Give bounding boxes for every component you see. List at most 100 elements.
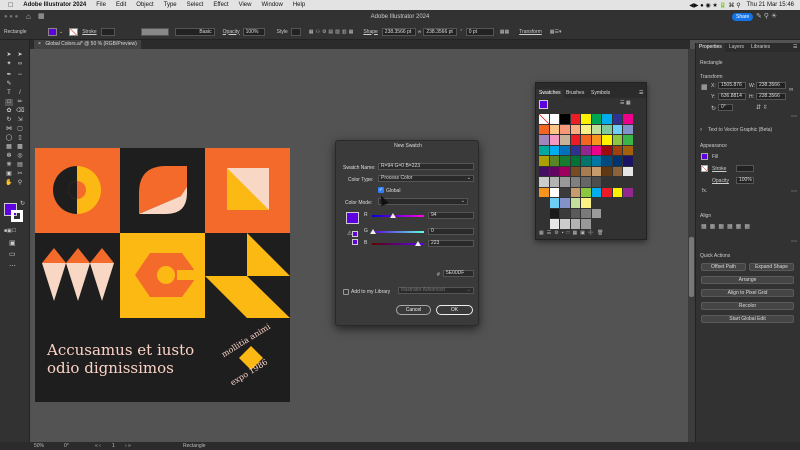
artboard-number[interactable]: 1	[112, 443, 115, 449]
apple-icon[interactable]: 	[8, 2, 13, 9]
blend-icon[interactable]: ◎	[16, 153, 24, 160]
slice-icon[interactable]: ✂	[16, 171, 24, 178]
width-tool-icon[interactable]: ⋈	[5, 126, 13, 133]
color-swatch[interactable]	[570, 135, 580, 145]
color-swatch[interactable]	[591, 135, 601, 145]
gradient-swatch[interactable]	[602, 187, 612, 197]
group-swatch[interactable]	[570, 219, 580, 229]
library-checkbox[interactable]	[343, 289, 349, 295]
color-swatch[interactable]	[602, 114, 612, 124]
tab-swatches[interactable]: Swatches	[536, 89, 564, 98]
gradient-icon[interactable]: ▩	[16, 144, 24, 151]
color-swatch[interactable]	[539, 156, 549, 166]
height-field[interactable]: 238.3566 pt	[423, 27, 458, 36]
link-icon[interactable]: ∞	[418, 29, 422, 35]
rectangle-tool-icon[interactable]: □	[5, 99, 13, 106]
color-swatch[interactable]	[623, 114, 633, 124]
variable-width-field[interactable]	[140, 27, 169, 36]
color-swatch[interactable]	[560, 156, 570, 166]
screen-mode-icon[interactable]: ▭	[9, 250, 16, 258]
color-swatch[interactable]	[581, 177, 591, 187]
gradient-swatch[interactable]	[612, 187, 622, 197]
stroke-weight-field[interactable]	[100, 27, 115, 36]
zoom-level[interactable]: 50%	[34, 443, 44, 449]
width-field[interactable]: 238.3566 pt	[381, 27, 416, 36]
w-input[interactable]: 238.3566	[756, 82, 786, 89]
menu-edit[interactable]: Edit	[116, 2, 126, 8]
color-swatch[interactable]	[570, 114, 580, 124]
graph-icon[interactable]: ▤	[16, 162, 24, 169]
global-checkbox[interactable]: ✓	[378, 187, 384, 193]
color-swatch[interactable]	[549, 135, 559, 145]
angle-input[interactable]: 0°	[718, 104, 733, 111]
transform-label[interactable]: Transform	[519, 29, 542, 35]
tab-symbols[interactable]: Symbols	[591, 89, 610, 98]
gradient-swatch[interactable]	[549, 187, 559, 197]
more-icons[interactable]: ▦☰▾	[550, 29, 562, 35]
type-tool-icon[interactable]: T	[5, 90, 13, 97]
gradient-swatch[interactable]	[570, 187, 580, 197]
color-swatch[interactable]	[602, 177, 612, 187]
tab-libraries[interactable]: Libraries	[751, 43, 770, 52]
color-swatch[interactable]	[549, 124, 559, 134]
mesh-icon[interactable]: ▦	[5, 144, 13, 151]
color-swatch[interactable]	[612, 124, 622, 134]
color-mode-select[interactable]: ⌄	[378, 198, 468, 205]
color-swatch[interactable]	[612, 135, 622, 145]
menu-view[interactable]: View	[239, 2, 252, 8]
g-slider[interactable]	[372, 231, 424, 233]
brush-definition[interactable]: Basic	[174, 27, 215, 36]
menu-type[interactable]: Type	[164, 2, 177, 8]
scrollbar-thumb[interactable]	[689, 237, 694, 297]
opacity-input[interactable]: 100%	[736, 177, 754, 184]
expand-shape-button[interactable]: Expand Shape	[749, 263, 794, 271]
eyedropper-icon[interactable]: ❇	[5, 153, 13, 160]
fill-swatch[interactable]	[48, 27, 57, 36]
color-swatch[interactable]	[570, 156, 580, 166]
lasso-icon[interactable]: ∞	[16, 61, 24, 68]
color-swatch[interactable]	[612, 114, 622, 124]
title-icons[interactable]: ✎ ⚲ ☀	[756, 12, 777, 20]
color-swatch[interactable]	[623, 135, 633, 145]
group-swatch[interactable]	[581, 198, 591, 208]
more-options-icon[interactable]: ⋯	[791, 188, 797, 195]
color-swatch[interactable]	[560, 114, 570, 124]
color-swatch[interactable]	[591, 166, 601, 176]
gradient-swatch[interactable]	[591, 187, 601, 197]
g-value-input[interactable]: 0	[428, 228, 474, 235]
stroke-swatch[interactable]	[701, 165, 708, 172]
color-swatch[interactable]	[602, 135, 612, 145]
control-icons[interactable]: ▦⚇⚙▤▧▥▦	[309, 29, 356, 35]
color-swatch[interactable]	[623, 145, 633, 155]
opacity-label[interactable]: Opacity	[712, 178, 729, 184]
vertical-scrollbar[interactable]	[688, 49, 695, 442]
x-input[interactable]: 1505.876	[718, 82, 746, 89]
menu-window[interactable]: Window	[261, 2, 282, 8]
rotate-icon[interactable]: ↻	[5, 117, 13, 124]
color-type-select[interactable]: Process Color ⌄	[378, 175, 474, 182]
symbol-sprayer-icon[interactable]: ❋	[5, 162, 13, 169]
artboard-nav-icons[interactable]: « ‹	[95, 443, 101, 449]
share-button[interactable]: Share	[732, 13, 754, 21]
group-swatch[interactable]	[581, 219, 591, 229]
gradient-swatch[interactable]	[581, 187, 591, 197]
y-input[interactable]: 636.8814	[718, 93, 746, 100]
opacity-field[interactable]: 100%	[242, 27, 265, 36]
pen-tool-icon[interactable]: ✒	[5, 72, 13, 79]
more-options-icon[interactable]: ⋯	[791, 113, 797, 120]
color-swatch[interactable]	[539, 135, 549, 145]
r-slider-thumb[interactable]	[390, 213, 396, 218]
color-swatch[interactable]	[549, 156, 559, 166]
shaper-icon[interactable]: ✿	[5, 108, 13, 115]
color-swatch[interactable]	[570, 145, 580, 155]
color-swatch[interactable]	[539, 124, 549, 134]
color-swatch[interactable]	[570, 166, 580, 176]
stroke-swatch[interactable]	[69, 27, 79, 36]
color-swatch[interactable]	[549, 177, 559, 187]
draw-mode-icon[interactable]: ▣	[9, 239, 16, 247]
perspective-icon[interactable]: ▯	[16, 135, 24, 142]
hex-value-input[interactable]: 5E00DF	[443, 270, 474, 277]
view-icons[interactable]: ☰ ▦	[620, 100, 631, 106]
link-icon[interactable]: ∞	[789, 87, 793, 93]
group-swatch[interactable]	[560, 219, 570, 229]
